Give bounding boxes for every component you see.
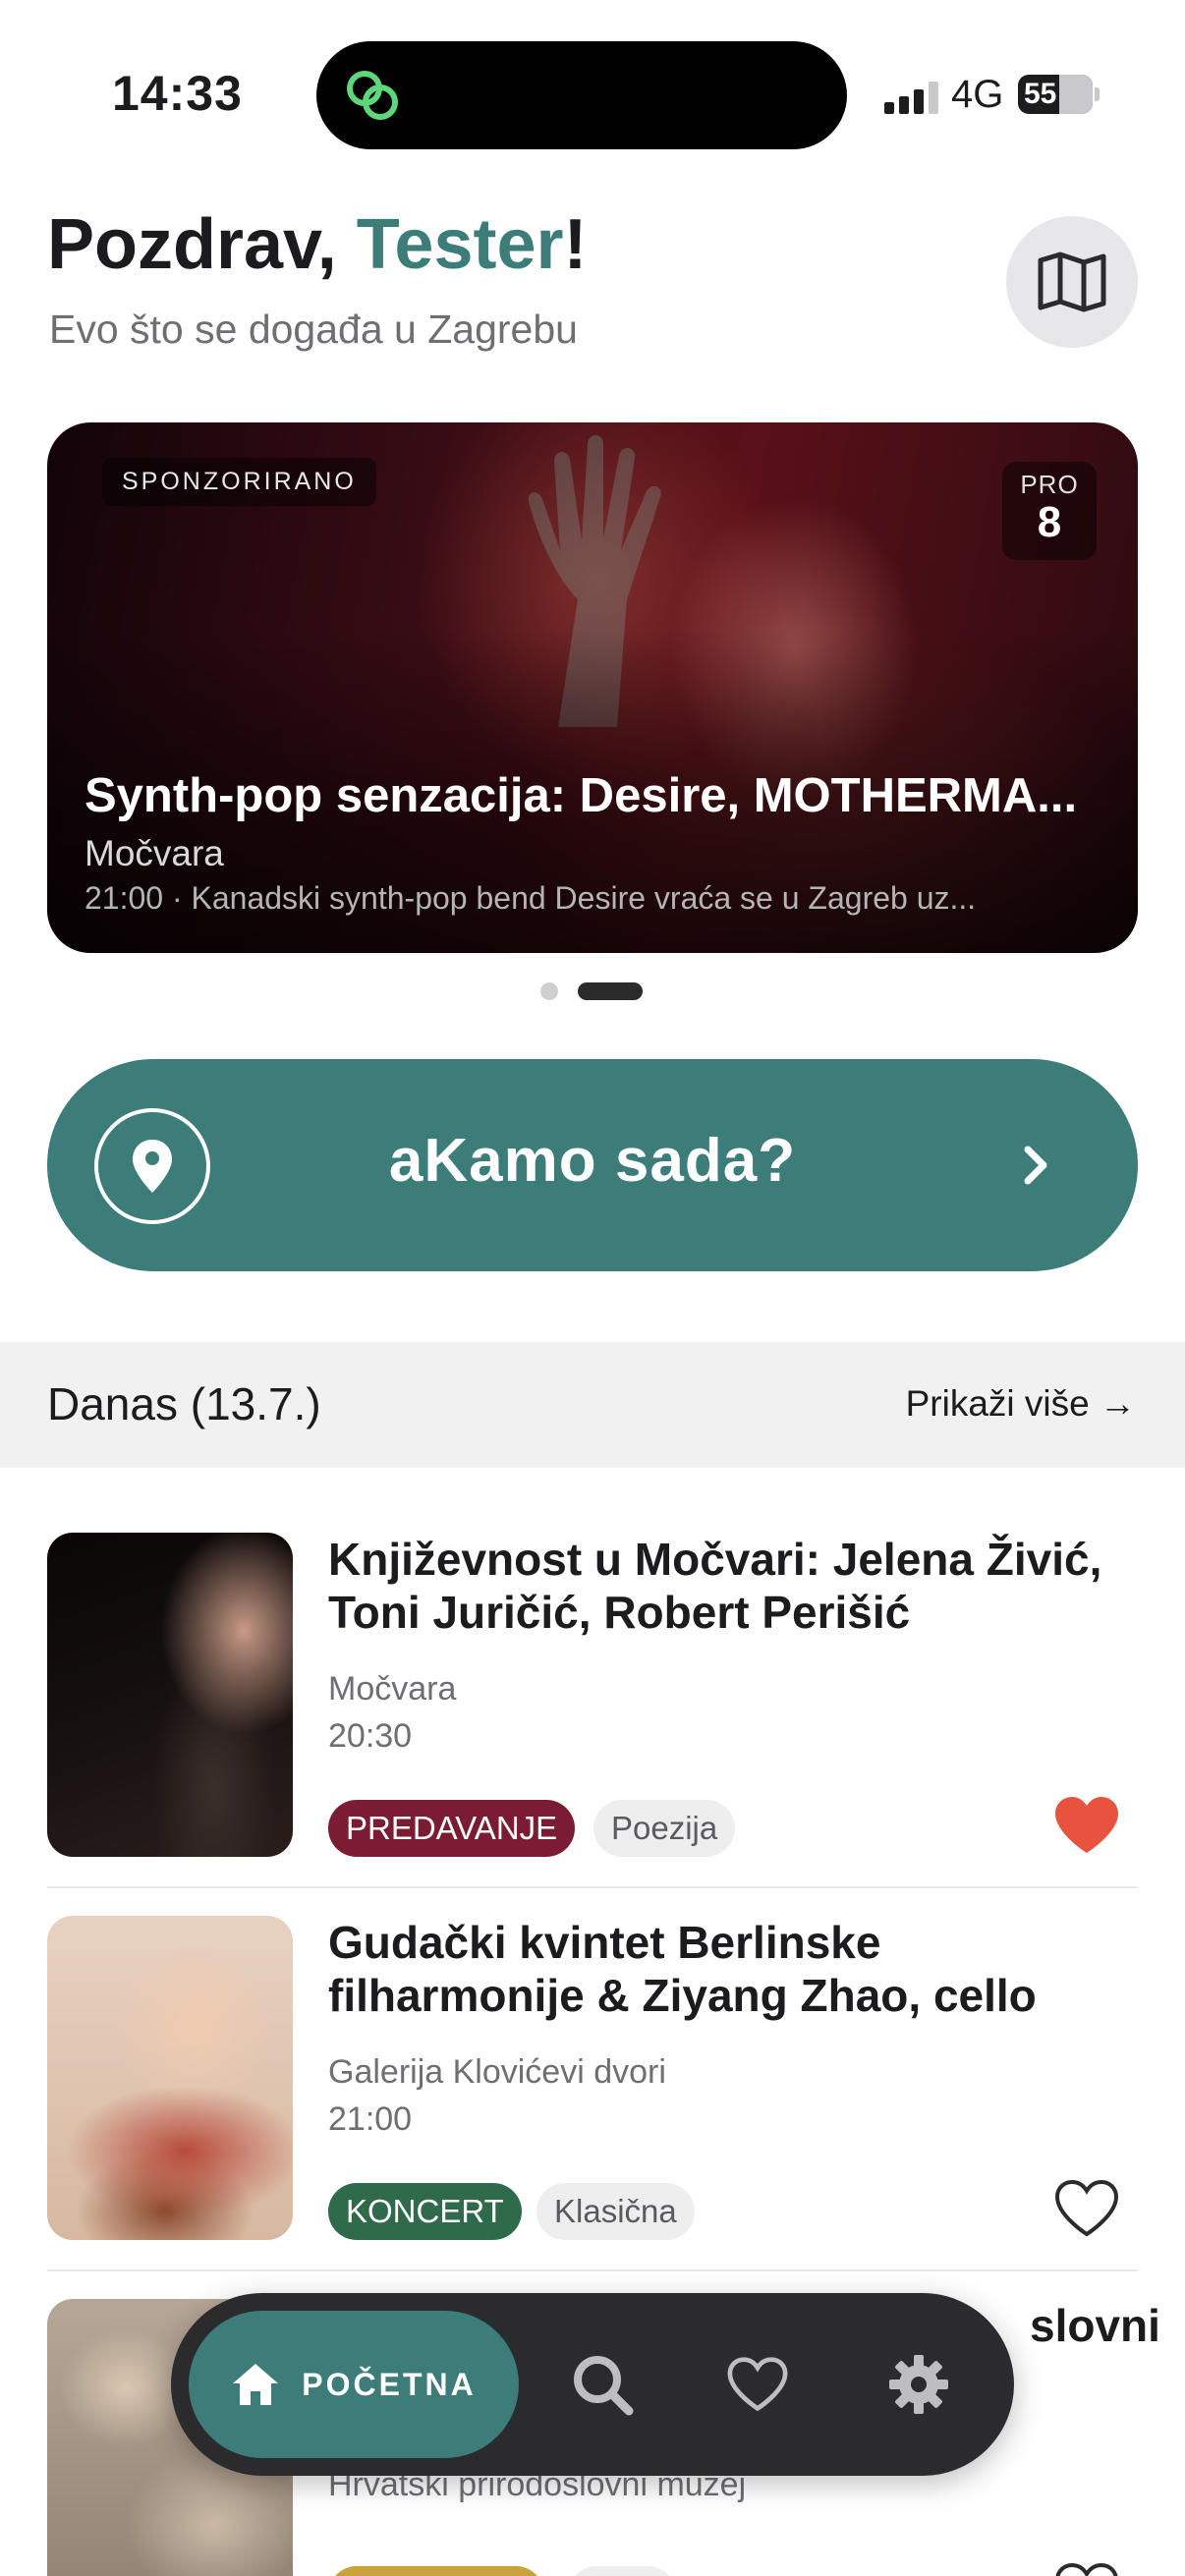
heart-outline-icon[interactable] — [1051, 2560, 1122, 2576]
promo-title: Synth-pop senzacija: Desire, MOTHERMA... — [85, 769, 1078, 822]
promo-venue: Močvara — [85, 833, 224, 873]
tab-favorites[interactable] — [721, 2348, 794, 2421]
event-title: Književnost u Močvari: Jelena Živić, Ton… — [328, 1534, 1102, 1638]
heart-icon — [727, 2357, 788, 2412]
heart-filled-icon[interactable] — [1051, 1794, 1122, 1857]
battery-level: 55 — [1024, 78, 1057, 110]
list-divider — [47, 2269, 1138, 2271]
event-date-badge: PRO 8 — [1002, 462, 1097, 560]
network-type: 4G — [951, 73, 1004, 116]
event-title: Gudački kvintet Berlinske filharmonije &… — [328, 1917, 1037, 2021]
app-link-icon — [347, 71, 398, 120]
battery-icon: 55 — [1018, 75, 1093, 114]
event-day: 8 — [1037, 498, 1062, 546]
home-icon — [233, 2364, 279, 2405]
event-time: 21:00 — [328, 2100, 413, 2138]
greeting-suffix: ! — [563, 205, 588, 284]
event-type-badge — [328, 2566, 544, 2576]
map-button[interactable] — [1006, 216, 1138, 348]
event-genre-badge: Poezija — [593, 1800, 736, 1857]
page-subtitle: Evo što se događa u Zagrebu — [49, 307, 578, 352]
gear-icon — [889, 2355, 948, 2414]
event-venue: Močvara — [328, 1670, 457, 1708]
promo-description: 21:00 · Kanadski synth-pop bend Desire v… — [85, 880, 977, 916]
tab-home[interactable]: POČETNA — [189, 2311, 519, 2458]
search-icon — [574, 2356, 634, 2416]
status-time: 14:33 — [112, 66, 243, 121]
akamo-sada-button[interactable]: aKamo sada? — [47, 1059, 1138, 1271]
heart-outline-icon[interactable] — [1051, 2177, 1122, 2240]
section-title: Danas (13.7.) — [47, 1378, 321, 1429]
event-time: 20:30 — [328, 1717, 413, 1755]
show-more-link[interactable]: Prikaži više → — [906, 1383, 1136, 1425]
map-icon — [1038, 252, 1106, 312]
event-type-badge: PREDAVANJE — [328, 1800, 576, 1857]
list-divider — [47, 1886, 1138, 1888]
sponsored-badge: SPONZORIRANO — [102, 458, 376, 506]
event-type-badge: KONCERT — [328, 2183, 522, 2240]
carousel-dot[interactable] — [540, 982, 558, 1000]
event-title-partial: slovni — [1030, 2300, 1160, 2351]
bottom-navigation: POČETNA — [171, 2293, 1014, 2476]
dynamic-island — [316, 41, 847, 149]
cta-label: aKamo sada? — [388, 1127, 797, 1195]
chevron-right-icon — [1024, 1146, 1047, 1185]
page-title: Pozdrav, Tester! — [47, 204, 588, 285]
battery-tip — [1095, 87, 1100, 101]
carousel-dot-active[interactable] — [578, 982, 643, 1000]
event-list-item[interactable]: Književnost u Močvari: Jelena Živić, Ton… — [47, 1533, 1138, 1896]
sponsored-event-card[interactable]: SPONZORIRANO PRO 8 Synth-pop senzacija: … — [47, 422, 1138, 953]
event-thumbnail — [47, 1916, 293, 2240]
user-name: Tester — [356, 205, 564, 284]
event-thumbnail — [47, 1533, 293, 1857]
greeting-prefix: Pozdrav, — [47, 205, 357, 284]
tab-home-label: POČETNA — [302, 2366, 477, 2402]
event-genre-badge: Klasična — [536, 2183, 695, 2240]
tab-settings[interactable] — [882, 2348, 955, 2421]
tab-search[interactable] — [566, 2348, 639, 2421]
event-month: PRO — [1020, 470, 1079, 499]
event-list-item[interactable]: Gudački kvintet Berlinske filharmonije &… — [47, 1916, 1138, 2279]
event-genre-badge — [568, 2566, 676, 2576]
event-venue: Galerija Klovićevi dvori — [328, 2053, 666, 2091]
today-section-header: Danas (13.7.) Prikaži više → — [0, 1342, 1185, 1468]
status-bar: 14:33 4G 55 — [0, 0, 1185, 187]
signal-icon — [884, 81, 939, 114]
